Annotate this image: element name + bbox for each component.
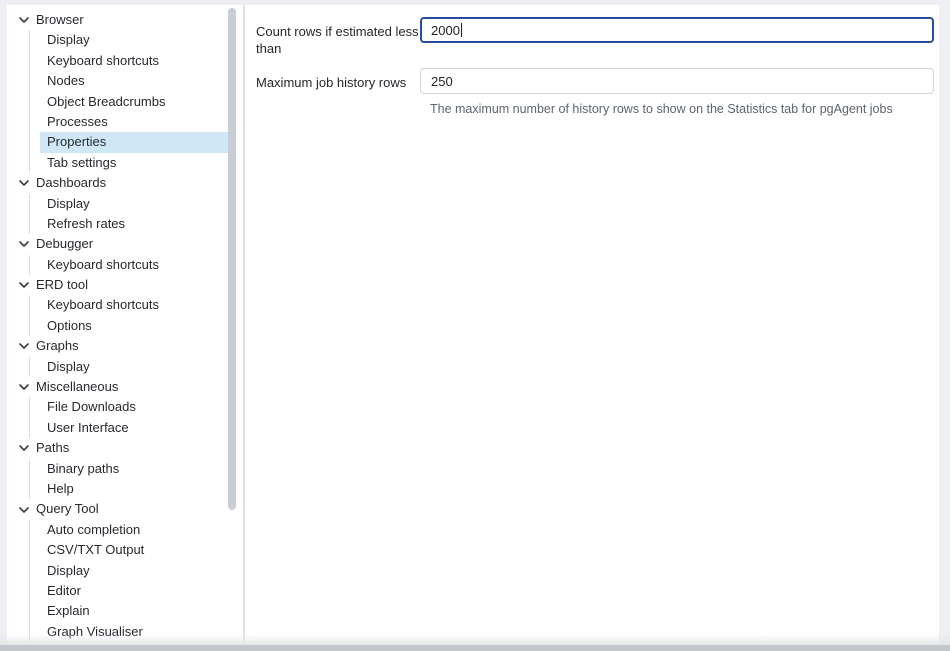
max-job-history-input[interactable]: 250: [420, 68, 934, 94]
tree-item-tab-settings[interactable]: Tab settings: [7, 153, 231, 173]
tree-item-label: Editor: [47, 581, 81, 601]
tree-group-dashboards[interactable]: Dashboards: [7, 173, 231, 193]
tree-item-erd-keyboard-shortcuts[interactable]: Keyboard shortcuts: [7, 295, 231, 315]
tree-group-label: Paths: [36, 438, 69, 458]
text-cursor: [461, 23, 462, 37]
tree-item-refresh-rates[interactable]: Refresh rates: [7, 214, 231, 234]
tree-group-label: Graphs: [36, 336, 79, 356]
tree-item-label: Display: [47, 30, 90, 50]
tree-item-file-downloads[interactable]: File Downloads: [7, 397, 231, 417]
window-frame-top: [0, 0, 950, 5]
tree-item-explain[interactable]: Explain: [7, 601, 231, 621]
tree-item-label: Properties: [47, 132, 106, 152]
tree-group-label: Debugger: [36, 234, 93, 254]
tree-item-browser-display[interactable]: Display: [7, 30, 231, 50]
max-job-history-control: 250 The maximum number of history rows t…: [420, 68, 934, 117]
tree-group-label: Browser: [36, 10, 84, 30]
chevron-down-icon[interactable]: [18, 238, 30, 250]
tree-group-miscellaneous[interactable]: Miscellaneous: [7, 377, 231, 397]
tree-item-object-breadcrumbs[interactable]: Object Breadcrumbs: [7, 92, 231, 112]
tree-item-dashboards-display[interactable]: Display: [7, 194, 231, 214]
preferences-tree: Browser Display Keyboard shortcuts Nodes…: [7, 5, 244, 642]
tree-group-paths[interactable]: Paths: [7, 438, 231, 458]
tree-item-label: Tab settings: [47, 153, 116, 173]
tree-item-properties[interactable]: Properties: [7, 132, 231, 152]
chevron-down-icon[interactable]: [18, 504, 30, 516]
tree-item-label: Binary paths: [47, 459, 119, 479]
count-rows-label: Count rows if estimated less than: [256, 17, 420, 57]
chevron-down-icon[interactable]: [18, 381, 30, 393]
tree-item-browser-keyboard-shortcuts[interactable]: Keyboard shortcuts: [7, 51, 231, 71]
tree-item-label: Help: [47, 479, 74, 499]
tree-group-label: Dashboards: [36, 173, 106, 193]
chevron-down-icon[interactable]: [18, 279, 30, 291]
window-bottom-fade: [0, 634, 950, 645]
preferences-tree-pane: Browser Display Keyboard shortcuts Nodes…: [7, 5, 244, 645]
tree-item-label: Auto completion: [47, 520, 140, 540]
count-rows-input[interactable]: 2000: [420, 17, 934, 43]
tree-item-label: Explain: [47, 601, 90, 621]
tree-item-user-interface[interactable]: User Interface: [7, 418, 231, 438]
count-rows-control: 2000: [420, 17, 934, 43]
tree-item-erd-options[interactable]: Options: [7, 316, 231, 336]
tree-item-editor[interactable]: Editor: [7, 581, 231, 601]
tree-item-label: Object Breadcrumbs: [47, 92, 166, 112]
chevron-down-icon[interactable]: [18, 442, 30, 454]
count-rows-value: 2000: [431, 23, 460, 38]
field-max-job-history: Maximum job history rows 250 The maximum…: [256, 68, 934, 117]
tree-item-label: CSV/TXT Output: [47, 540, 144, 560]
tree-scrollbar-thumb[interactable]: [228, 8, 236, 510]
max-job-history-value: 250: [431, 74, 453, 89]
tree-group-erd-tool[interactable]: ERD tool: [7, 275, 231, 295]
tree-item-label: Display: [47, 194, 90, 214]
tree-item-label: Refresh rates: [47, 214, 125, 234]
tree-group-label: ERD tool: [36, 275, 88, 295]
tree-item-label: Keyboard shortcuts: [47, 295, 159, 315]
window-frame-left: [0, 0, 7, 645]
tree-item-nodes[interactable]: Nodes: [7, 71, 231, 91]
tree-item-label: Options: [47, 316, 92, 336]
tree-item-label: File Downloads: [47, 397, 136, 417]
tree-group-debugger[interactable]: Debugger: [7, 234, 231, 254]
tree-item-label: Keyboard shortcuts: [47, 51, 159, 71]
tree-item-label: Display: [47, 357, 90, 377]
tree-item-label: Nodes: [47, 71, 85, 91]
max-job-history-label: Maximum job history rows: [256, 68, 420, 91]
preferences-form-pane: Count rows if estimated less than 2000 M…: [245, 5, 939, 645]
tree-item-graphs-display[interactable]: Display: [7, 357, 231, 377]
tree-item-debugger-keyboard-shortcuts[interactable]: Keyboard shortcuts: [7, 255, 231, 275]
tree-item-label: User Interface: [47, 418, 129, 438]
tree-item-help[interactable]: Help: [7, 479, 231, 499]
tree-group-label: Query Tool: [36, 499, 99, 519]
tree-item-label: Processes: [47, 112, 108, 132]
tree-item-label: Keyboard shortcuts: [47, 255, 159, 275]
tree-item-csv-txt-output[interactable]: CSV/TXT Output: [7, 540, 231, 560]
tree-group-label: Miscellaneous: [36, 377, 118, 397]
chevron-down-icon[interactable]: [18, 14, 30, 26]
chevron-down-icon[interactable]: [18, 177, 30, 189]
tree-item-auto-completion[interactable]: Auto completion: [7, 520, 231, 540]
tree-item-query-tool-display[interactable]: Display: [7, 561, 231, 581]
tree-group-graphs[interactable]: Graphs: [7, 336, 231, 356]
window-bottom-edge: [0, 645, 950, 651]
field-count-rows: Count rows if estimated less than 2000: [256, 17, 934, 57]
tree-group-query-tool[interactable]: Query Tool: [7, 499, 231, 519]
tree-item-label: Display: [47, 561, 90, 581]
pane-divider: [243, 5, 245, 645]
tree-group-browser[interactable]: Browser: [7, 10, 231, 30]
window-frame-right: [939, 0, 950, 645]
chevron-down-icon[interactable]: [18, 340, 30, 352]
tree-item-binary-paths[interactable]: Binary paths: [7, 459, 231, 479]
max-job-history-helper-text: The maximum number of history rows to sh…: [430, 101, 934, 117]
tree-item-processes[interactable]: Processes: [7, 112, 231, 132]
